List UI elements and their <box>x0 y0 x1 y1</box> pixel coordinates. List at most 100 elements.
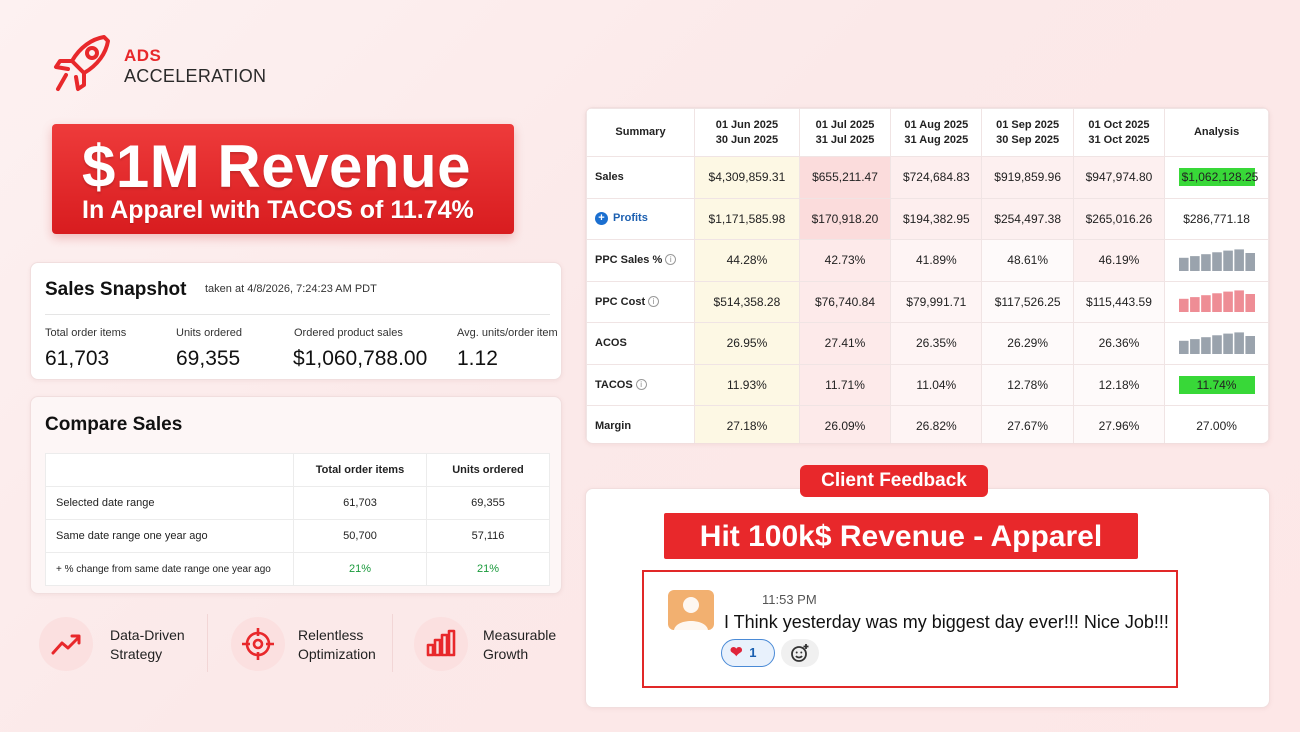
bar-chart-icon <box>426 629 456 657</box>
analysis-cell: 11.74% <box>1164 363 1269 406</box>
avatar <box>668 590 714 630</box>
sparkline-chart <box>1178 332 1255 354</box>
row-label: TACOS i <box>586 363 695 406</box>
cell: $117,526.25 <box>981 280 1074 323</box>
reaction-count: 1 <box>749 645 757 660</box>
cell: 12.18% <box>1072 363 1166 406</box>
sparkline-bar <box>1211 335 1222 354</box>
profits-expand-label[interactable]: + Profits <box>586 197 695 240</box>
date-range-header: 01 Aug 2025 31 Aug 2025 <box>890 108 983 157</box>
plus-circle-icon[interactable]: + <box>595 212 608 226</box>
feature-icon-circle <box>414 617 468 671</box>
chat-message: 11:53 PM I Think yesterday was my bigges… <box>642 570 1178 688</box>
table-row: Margin 27.18% 26.09% 26.82% 27.67% 27.96… <box>586 405 1269 443</box>
cell: 27.67% <box>981 405 1074 443</box>
compare-title: Compare Sales <box>45 414 183 435</box>
sparkline-bar <box>1200 336 1211 354</box>
cell: $265,016.26 <box>1072 197 1166 240</box>
metric-value: $1,060,788.00 <box>293 347 428 370</box>
sparkline-bar <box>1233 249 1244 271</box>
analysis-cell: 27.00% <box>1164 405 1269 443</box>
cell: 46.19% <box>1072 239 1166 282</box>
feature-divider <box>207 614 208 672</box>
sparkline-bar <box>1233 290 1244 313</box>
metric-label: Units ordered <box>176 327 243 339</box>
sparkline-bar <box>1189 255 1200 271</box>
cell: 57,116 <box>426 519 550 553</box>
table-row: PPC Sales % i 44.28% 42.73% 41.89% 48.61%… <box>586 239 1269 282</box>
add-reaction-button[interactable] <box>781 639 819 667</box>
info-icon[interactable]: i <box>665 254 677 266</box>
metric-value: 1.12 <box>457 347 498 370</box>
info-icon[interactable]: i <box>635 378 647 390</box>
date-range-header: 01 Jul 2025 31 Jul 2025 <box>798 108 892 157</box>
metric-value: 69,355 <box>176 347 241 370</box>
cell: 48.61% <box>981 239 1074 282</box>
sparkline-bar <box>1244 294 1255 313</box>
rocket-logo-icon <box>54 35 110 91</box>
snapshot-title: Sales Snapshot <box>45 279 187 300</box>
sparkline-bar <box>1222 333 1233 354</box>
feature-text: Data-Driven Strategy <box>110 627 185 662</box>
cell: $4,309,859.31 <box>694 156 800 199</box>
heart-reaction-button[interactable]: ❤ 1 <box>721 639 775 667</box>
client-feedback-badge: Client Feedback <box>800 465 988 497</box>
cell: 21% <box>426 552 550 586</box>
brand-name-line2: ACCELERATION <box>124 66 267 86</box>
cell: $76,740.84 <box>798 280 892 323</box>
cell: $514,358.28 <box>694 280 800 323</box>
compare-header <box>45 453 294 487</box>
table-row: Same date range one year ago 50,700 57,1… <box>45 519 550 553</box>
row-label: Selected date range <box>45 486 294 520</box>
cell: 27.96% <box>1072 405 1166 443</box>
analysis-cell: $286,771.18 <box>1164 197 1269 240</box>
row-label: PPC Sales % i <box>586 239 695 282</box>
revenue-banner: $1M Revenue In Apparel with TACOS of 11.… <box>52 124 514 234</box>
feature-text: Relentless Optimization <box>298 627 376 662</box>
target-icon <box>242 628 274 660</box>
cell: 11.93% <box>694 363 800 406</box>
table-row: + Profits $1,171,585.98 $170,918.20 $194,… <box>586 197 1269 240</box>
cell: $947,974.80 <box>1072 156 1166 199</box>
trend-up-icon <box>51 634 81 655</box>
cell: 42.73% <box>798 239 892 282</box>
cell: 69,355 <box>426 486 550 520</box>
cell: 26.82% <box>890 405 983 443</box>
feature-icon-circle <box>231 617 285 671</box>
highlight-value: 11.74% <box>1178 375 1255 394</box>
metric-label: Ordered product sales <box>294 327 403 339</box>
cell: 26.09% <box>798 405 892 443</box>
heart-icon: ❤ <box>730 644 743 661</box>
info-icon[interactable]: i <box>648 295 660 307</box>
feature-divider <box>392 614 393 672</box>
cell: 27.18% <box>694 405 800 443</box>
sales-snapshot-card: Sales Snapshot taken at 4/8/2026, 7:24:2… <box>30 262 562 380</box>
message-text: I Think yesterday was my biggest day eve… <box>724 612 1169 632</box>
table-row: Selected date range 61,703 69,355 <box>45 486 550 520</box>
feedback-title: Hit 100k$ Revenue - Apparel <box>664 513 1138 559</box>
date-range-header: 01 Jun 2025 30 Jun 2025 <box>694 108 800 157</box>
cell: $919,859.96 <box>981 156 1074 199</box>
cell: 26.35% <box>890 322 983 365</box>
compare-header: Units ordered <box>426 453 550 487</box>
cell: 11.04% <box>890 363 983 406</box>
metric-label: Total order items <box>45 327 127 339</box>
analysis-cell <box>1164 322 1269 365</box>
feature-text: Measurable Growth <box>483 627 557 662</box>
feature-icon-circle <box>39 617 93 671</box>
sparkline-bar <box>1189 338 1200 354</box>
cell: $655,211.47 <box>798 156 892 199</box>
sparkline-bar <box>1244 335 1255 354</box>
row-label: Margin <box>586 405 695 443</box>
sparkline-bar <box>1178 340 1189 354</box>
cell: $724,684.83 <box>890 156 983 199</box>
cell: 26.36% <box>1072 322 1166 365</box>
table-row: Sales $4,309,859.31 $655,211.47 $724,684… <box>586 156 1269 199</box>
metric-value: 61,703 <box>45 347 110 370</box>
snapshot-timestamp: taken at 4/8/2026, 7:24:23 AM PDT <box>205 283 377 295</box>
expand-row-label[interactable]: + % change from same date range one year… <box>45 552 294 586</box>
user-avatar-icon <box>674 597 708 630</box>
row-label: ACOS <box>586 322 695 365</box>
add-emoji-icon <box>791 644 809 662</box>
table-row[interactable]: + % change from same date range one year… <box>45 552 550 586</box>
